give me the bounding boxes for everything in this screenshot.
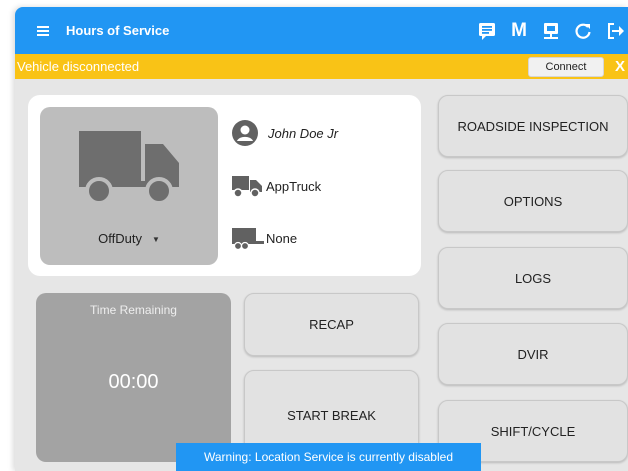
app-bar: Hours of Service M [15, 7, 628, 54]
time-remaining-tile[interactable]: Time Remaining 00:00 [36, 293, 231, 462]
driver-card: OffDuty ▼ John Doe Jr AppTruck None [28, 95, 421, 276]
driver-name: John Doe Jr [268, 125, 339, 141]
connection-status-text: Vehicle disconnected [17, 59, 140, 74]
app-window: Hours of Service M Vehicle disconnected … [15, 7, 628, 471]
duty-status-selector[interactable]: OffDuty ▼ [40, 231, 218, 246]
logs-button[interactable]: LOGS [438, 247, 628, 309]
server-icon[interactable] [538, 18, 564, 44]
dismiss-warning-button[interactable]: X [615, 58, 625, 75]
caret-down-icon: ▼ [151, 235, 160, 245]
duty-status-label: OffDuty [98, 231, 142, 246]
truck-icon [79, 131, 179, 205]
refresh-icon[interactable] [570, 18, 596, 44]
user-icon [232, 119, 266, 147]
m-icon[interactable]: M [506, 18, 532, 44]
menu-icon[interactable] [37, 25, 49, 36]
connection-warning-bar: Vehicle disconnected Connect X [15, 54, 628, 79]
trailer-name: None [266, 230, 298, 246]
driver-row[interactable]: John Doe Jr [232, 119, 338, 147]
trailer-row[interactable]: None [232, 224, 297, 252]
logout-icon[interactable] [602, 18, 628, 44]
duty-status-tile[interactable]: OffDuty ▼ [40, 107, 218, 265]
vehicle-row[interactable]: AppTruck [232, 172, 321, 200]
recap-button[interactable]: RECAP [244, 293, 419, 356]
message-icon[interactable] [474, 18, 500, 44]
trailer-icon [232, 224, 266, 252]
dvir-button[interactable]: DVIR [438, 323, 628, 385]
roadside-inspection-button[interactable]: ROADSIDE INSPECTION [438, 95, 628, 157]
vehicle-icon [232, 172, 266, 200]
connect-button[interactable]: Connect [528, 57, 604, 77]
app-title: Hours of Service [66, 23, 170, 38]
time-remaining-value: 00:00 [108, 371, 159, 393]
app-bar-actions: M [468, 7, 628, 54]
m-icon-label: M [511, 19, 527, 41]
time-remaining-label: Time Remaining [90, 303, 177, 317]
options-button[interactable]: OPTIONS [438, 170, 628, 232]
location-warning-toast: Warning: Location Service is currently d… [176, 443, 481, 471]
vehicle-name: AppTruck [266, 178, 322, 194]
